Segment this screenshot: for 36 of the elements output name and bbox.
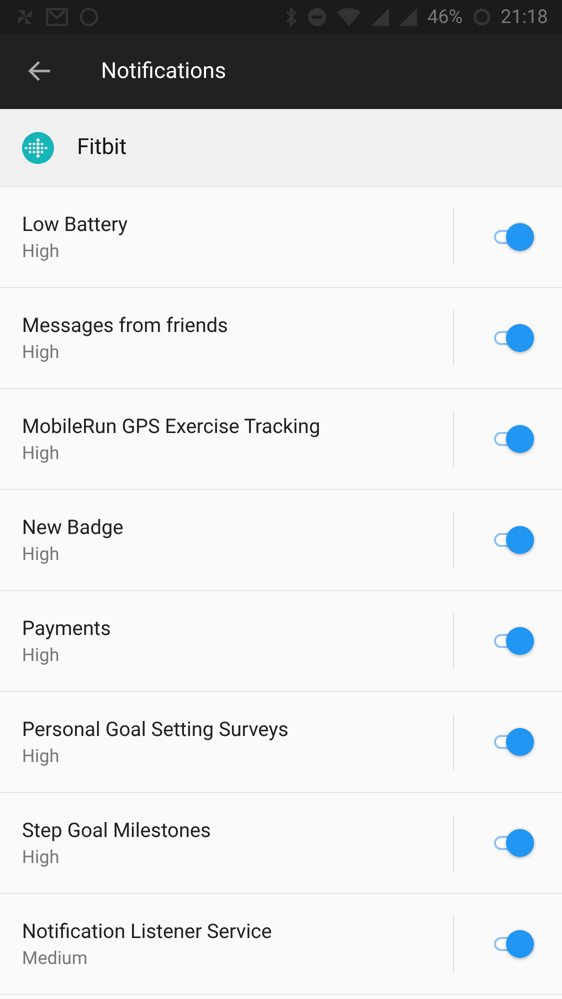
importance-level: High (22, 847, 60, 868)
bluetooth-icon (285, 6, 298, 26)
channel-name: Notification Listener Service (22, 919, 273, 943)
channel-name: Step Goal Milestones (22, 818, 212, 842)
toggle-switch[interactable] (492, 829, 536, 857)
channel-name: Personal Goal Setting Surveys (22, 717, 290, 741)
importance-level: High (22, 544, 60, 565)
importance-level: High (22, 241, 60, 262)
do-not-disturb-icon (307, 6, 328, 26)
battery-percentage: 46% (427, 5, 463, 28)
toggle-switch[interactable] (492, 728, 536, 756)
channel-name: Low Battery (22, 212, 129, 236)
importance-level: Medium (22, 948, 88, 969)
importance-level: High (22, 746, 60, 767)
channel-name: MobileRun GPS Exercise Tracking (22, 414, 322, 438)
channel-name: Payments (22, 616, 112, 640)
toggle-switch[interactable] (492, 627, 536, 655)
back-arrow-icon[interactable] (28, 59, 52, 83)
app-icon (22, 132, 54, 164)
toggle-switch[interactable] (492, 223, 536, 251)
clock: 21:18 (500, 5, 548, 28)
channel-name: Messages from friends (22, 313, 229, 337)
mail-icon (46, 8, 68, 26)
toggle-switch[interactable] (492, 526, 536, 554)
toggle-switch[interactable] (492, 324, 536, 352)
importance-level: High (22, 443, 60, 464)
wifi-icon (337, 8, 362, 26)
toggle-switch[interactable] (492, 930, 536, 958)
importance-level: High (22, 645, 60, 666)
signal-icon (399, 8, 418, 26)
toggle-switch[interactable] (492, 425, 536, 453)
channel-name: New Badge (22, 515, 124, 539)
app-name: Fitbit (77, 135, 127, 160)
importance-level: High (22, 342, 60, 363)
screen-title: Notifications (101, 58, 226, 84)
signal-icon (371, 8, 390, 26)
